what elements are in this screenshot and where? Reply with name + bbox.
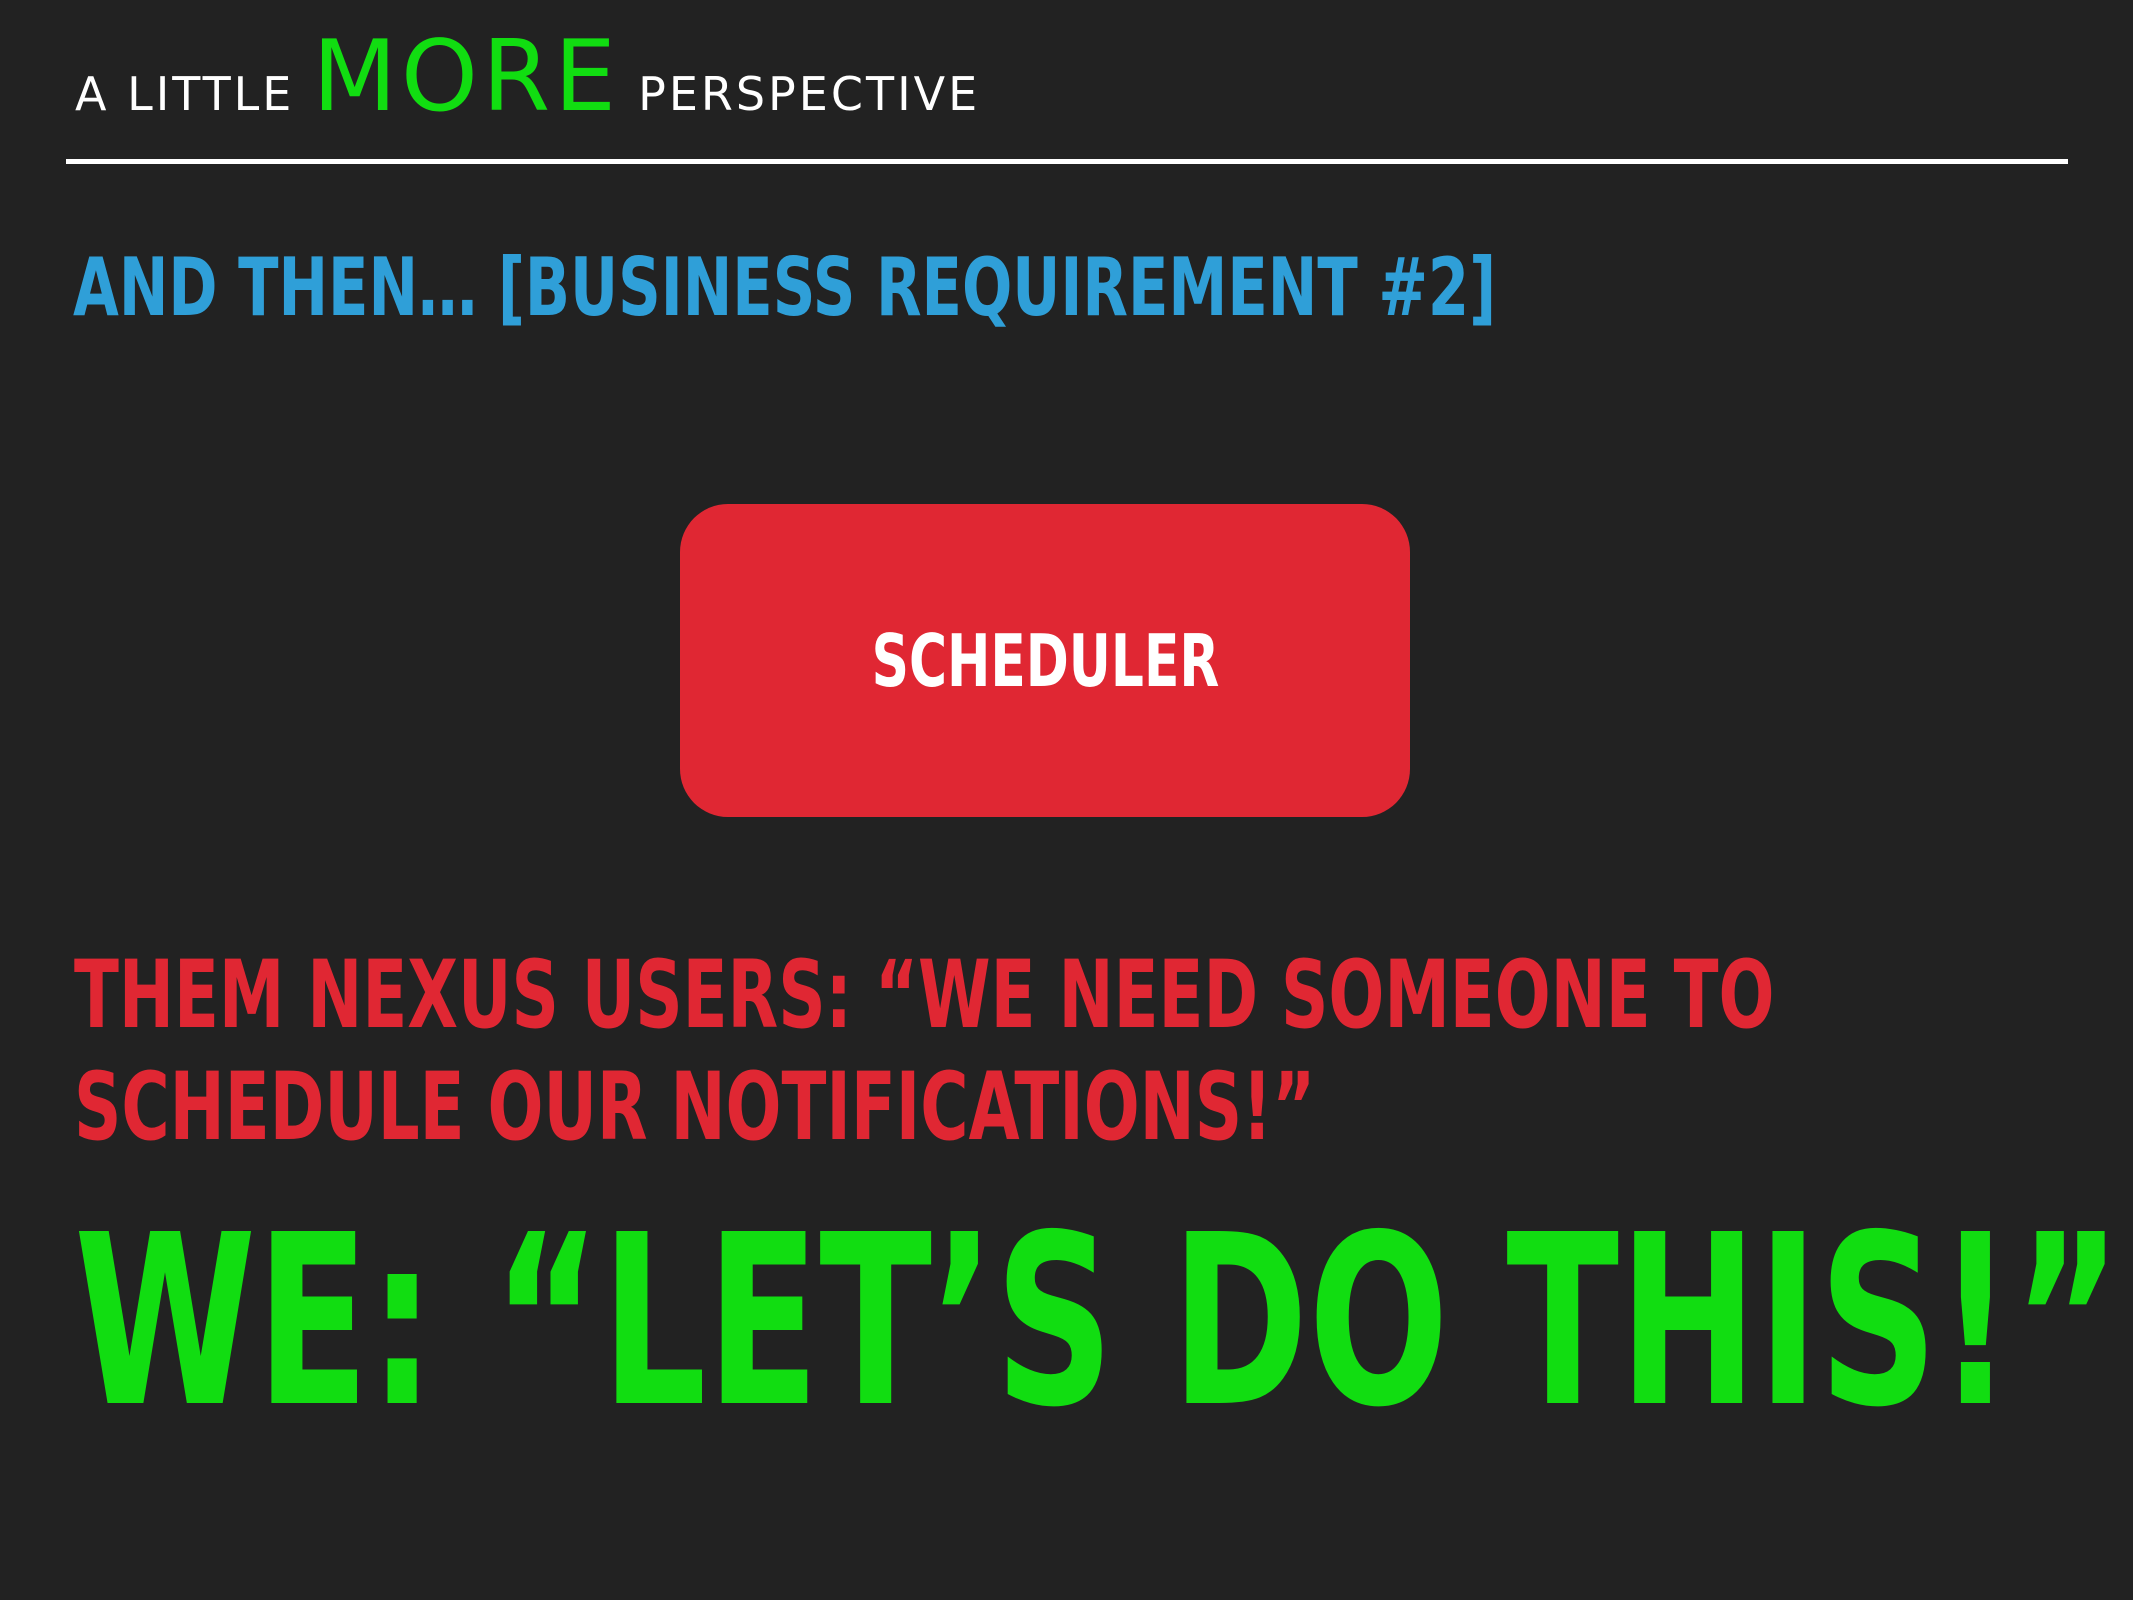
header-suffix: PERSPECTIVE [638,67,981,121]
team-quote: WE: “LET’S DO THIS!” [74,1184,2122,1459]
users-quote: THEM NEXUS USERS: “WE NEED SOMEONE TO SC… [74,941,1775,1162]
slide: A LITTLE MORE PERSPECTIVE AND THEN… [BUS… [0,0,2133,1600]
header-highlight: MORE [312,20,621,134]
scheduler-label: SCHEDULER [871,618,1219,703]
scheduler-box: SCHEDULER [680,504,1410,817]
slide-subtitle: AND THEN… [BUSINESS REQUIREMENT #2] [73,241,1497,334]
header-divider [66,159,2068,164]
header-prefix: A LITTLE [75,67,295,121]
slide-header: A LITTLE MORE PERSPECTIVE [75,28,980,128]
